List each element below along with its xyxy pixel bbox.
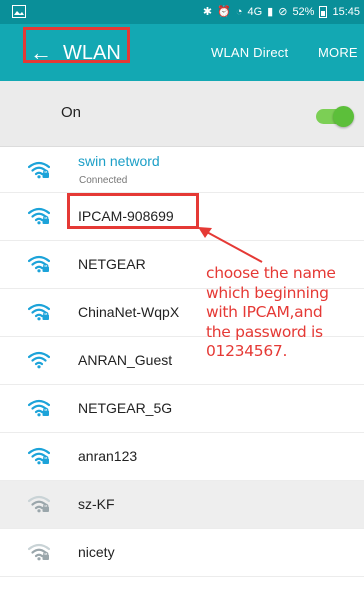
network-name: NETGEAR — [78, 256, 146, 272]
network-name: ANRAN_Guest — [78, 352, 173, 368]
wifi-status-icon: ◔ — [235, 6, 243, 18]
network-name: swin netword — [78, 153, 160, 169]
wlan-toggle-row[interactable]: On — [0, 81, 364, 147]
wifi-lock-icon — [28, 495, 50, 513]
annotation-line: the password is — [206, 322, 323, 341]
status-icons: ✱ ⏰ ◔ 4G ▮ ⊘ 52% 15:45 — [203, 0, 360, 24]
network-row[interactable]: NETGEAR_5G — [0, 385, 364, 433]
wifi-lock-icon — [28, 207, 50, 225]
wlan-direct-button[interactable]: WLAN Direct — [211, 44, 288, 62]
switch-knob — [333, 106, 354, 127]
bluetooth-icon: ✱ — [202, 6, 213, 18]
network-row[interactable]: sz-KF — [0, 481, 364, 529]
network-row[interactable]: anran123 — [0, 433, 364, 481]
wlan-toggle-label: On — [61, 104, 82, 121]
battery-icon — [319, 6, 328, 18]
annotation-line: with IPCAM,and — [206, 303, 323, 321]
alarm-icon: ⏰ — [217, 6, 231, 18]
do-not-disturb-icon: ⊘ — [278, 6, 288, 18]
wifi-lock-icon — [28, 447, 50, 465]
network-status: Connected — [79, 175, 128, 186]
wifi-lock-icon — [28, 303, 50, 321]
network-name: nicety — [78, 544, 115, 560]
instruction-annotation: choose the name which beginning with IPC… — [206, 264, 364, 362]
wifi-lock-icon — [28, 543, 50, 561]
annotation-line: 01234567. — [206, 342, 288, 360]
signal-icon: ▮ — [267, 6, 274, 18]
network-row[interactable]: nicety — [0, 529, 364, 577]
wifi-lock-icon — [28, 255, 50, 273]
status-bar: ✱ ⏰ ◔ 4G ▮ ⊘ 52% 15:45 — [0, 0, 364, 24]
network-name: anran123 — [78, 448, 138, 464]
network-row[interactable]: swin netword Connected — [0, 147, 364, 193]
back-title-highlight-box — [23, 27, 130, 63]
gallery-notification-icon — [12, 5, 26, 18]
wlan-switch[interactable] — [316, 106, 354, 127]
network-name: NETGEAR_5G — [78, 400, 173, 416]
network-type-label: 4G — [247, 6, 263, 18]
clock: 15:45 — [332, 6, 360, 18]
wifi-lock-icon — [28, 399, 50, 417]
battery-percent: 52% — [292, 6, 315, 18]
network-name: ChinaNet-WqpX — [78, 304, 180, 320]
wifi-lock-icon — [28, 161, 50, 179]
wifi-icon — [28, 351, 50, 369]
annotation-line: choose the name — [206, 264, 336, 282]
network-name: sz-KF — [78, 496, 115, 512]
annotation-line: which beginning — [206, 283, 329, 302]
more-button[interactable]: MORE — [318, 44, 358, 62]
ipcam-highlight-box — [67, 193, 199, 229]
